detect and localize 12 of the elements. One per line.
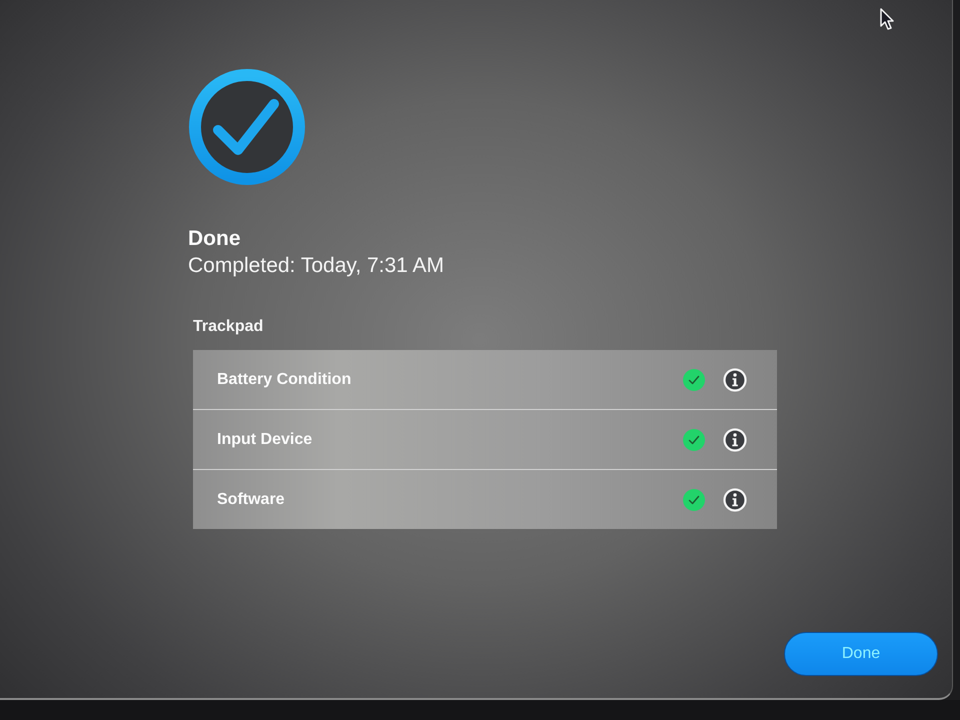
info-icon[interactable] (723, 368, 747, 392)
row-label: Battery Condition (217, 370, 352, 388)
row-label: Input Device (217, 430, 314, 448)
result-title: Done (188, 226, 240, 252)
done-button[interactable]: Done (784, 632, 938, 676)
info-icon[interactable] (723, 428, 747, 452)
completed-time: Completed: Today, 7:31 AM (188, 253, 444, 279)
section-title: Trackpad (193, 318, 264, 336)
info-icon[interactable] (723, 488, 747, 512)
mouse-pointer-icon (880, 8, 894, 30)
row-label: Software (217, 490, 286, 508)
check-circle-icon (188, 68, 306, 186)
